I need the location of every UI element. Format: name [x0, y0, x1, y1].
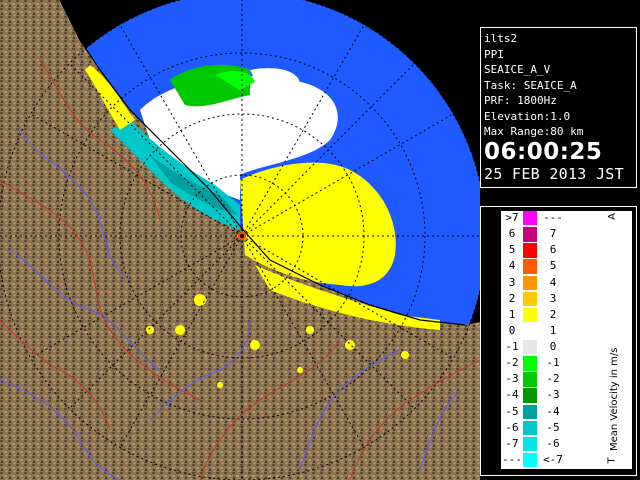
legend-row-high-label: 7 — [549, 227, 557, 241]
legend-color-swatch — [523, 259, 537, 274]
legend-row: 67 — [501, 227, 596, 242]
legend-row: -7 -6 — [501, 436, 596, 452]
legend-row-high-label: -2 — [546, 372, 560, 386]
legend-row-high-label: 6 — [549, 243, 557, 257]
legend-color-swatch — [523, 420, 537, 436]
legend-row: -3 -2 — [501, 372, 596, 387]
legend-color-swatch — [523, 356, 537, 371]
legend-row: -4 -3 — [501, 388, 596, 403]
legend-row: --- <-7 — [501, 452, 596, 468]
legend-row-low-label: 5 — [508, 243, 516, 257]
legend-row-low-label: 2 — [508, 291, 516, 305]
scan-info-panel: ilts2 PPI SEAICE_A_V Task: SEAICE_A PRF:… — [480, 27, 637, 188]
legend-row-high-label: 0 — [549, 340, 557, 353]
legend-color-swatch — [523, 436, 537, 452]
legend-row-low-label: -5 — [505, 404, 519, 418]
elevation-value: Elevation:1.0 — [484, 109, 571, 123]
legend-row: 56 — [501, 243, 596, 258]
legend-row-low-label: --- — [502, 452, 522, 466]
legend-row-low-label: 4 — [508, 259, 516, 273]
legend-color-swatch — [523, 211, 537, 226]
legend-row-low-label: -3 — [505, 372, 519, 386]
legend-row-high-label: 2 — [549, 307, 557, 321]
legend-color-swatch — [523, 404, 537, 419]
product-name: SEAICE_A_V — [484, 63, 551, 76]
legend-row-high-label: 1 — [549, 323, 557, 337]
legend-color-swatch — [523, 275, 537, 290]
legend-row-high-label: -6 — [546, 436, 560, 450]
legend-row-low-label: -4 — [505, 388, 519, 402]
legend-row: -2 -1 — [501, 356, 596, 371]
legend-color-swatch — [523, 323, 537, 339]
legend-row-low-label: >7 — [505, 211, 519, 224]
legend-row-high-label: 4 — [549, 275, 557, 289]
legend-row-low-label: 6 — [508, 227, 516, 241]
legend-color-swatch — [523, 388, 537, 403]
ppi-radar-image[interactable] — [0, 0, 480, 480]
legend-color-swatch — [523, 291, 537, 307]
legend-color-swatch — [523, 452, 537, 468]
site-name: ilts2 — [484, 32, 518, 45]
legend-title: Mean Velocity in m/s — [609, 347, 620, 451]
ppi-map — [0, 0, 480, 480]
radar-display: ilts2 PPI SEAICE_A_V Task: SEAICE_A PRF:… — [0, 0, 640, 480]
legend-color-swatch — [523, 243, 537, 258]
legend-row-low-label: -7 — [505, 436, 519, 450]
legend-bottom-marker: T — [606, 457, 618, 464]
legend-row: 12 — [501, 307, 596, 323]
legend-color-swatch — [523, 340, 537, 355]
legend-row-low-label: -6 — [505, 420, 519, 434]
max-range-value: Max Range:80 km — [484, 125, 584, 138]
legend-row: -1 0 — [501, 340, 596, 355]
prf-value: PRF: 1800Hz — [484, 94, 557, 107]
legend-row-high-label: <-7 — [543, 452, 563, 466]
scan-time: 06:00:25 — [484, 138, 603, 165]
legend-row-high-label: 5 — [549, 259, 557, 273]
legend-axis: A Mean Velocity in m/s T — [596, 211, 632, 469]
legend-row: >7 --- — [501, 211, 596, 226]
scan-date: 25 FEB 2013 JST — [484, 164, 624, 183]
scan-type: PPI — [484, 47, 504, 61]
legend-row: -6 -5 — [501, 420, 596, 436]
legend-color-swatch — [523, 372, 537, 387]
legend-row-high-label: --- — [543, 211, 563, 224]
legend-row: 23 — [501, 291, 596, 307]
legend-row: -5 -4 — [501, 404, 596, 419]
legend-row-low-label: 1 — [508, 307, 516, 321]
legend-row-high-label: -5 — [546, 420, 560, 434]
legend-row-low-label: 0 — [508, 323, 516, 337]
legend-row-high-label: -1 — [546, 356, 560, 370]
legend-row-high-label: -4 — [546, 404, 560, 418]
velocity-legend: >7 --- 6 7 5 6 4 5 3 4 2 3 1 2 0 1 -1 0 -2 -1 -3 -2 -4 -3 -5 -4 -6… — [480, 206, 637, 476]
task-name: Task: SEAICE_A — [484, 78, 577, 92]
legend-row: 45 — [501, 259, 596, 274]
legend-body: >7 --- 6 7 5 6 4 5 3 4 2 3 1 2 0 1 -1 0 -2 -1 -3 -2 -4 -3 -5 -4 -6… — [501, 211, 632, 469]
legend-row-low-label: -1 — [505, 340, 519, 353]
legend-row-high-label: 3 — [549, 291, 557, 305]
legend-row-low-label: 3 — [508, 275, 516, 289]
legend-color-swatch — [523, 307, 537, 323]
legend-row-high-label: -3 — [546, 388, 560, 402]
legend-row-low-label: -2 — [505, 356, 519, 370]
legend-row: 34 — [501, 275, 596, 290]
legend-row: 01 — [501, 323, 596, 339]
legend-color-swatch — [523, 227, 537, 242]
